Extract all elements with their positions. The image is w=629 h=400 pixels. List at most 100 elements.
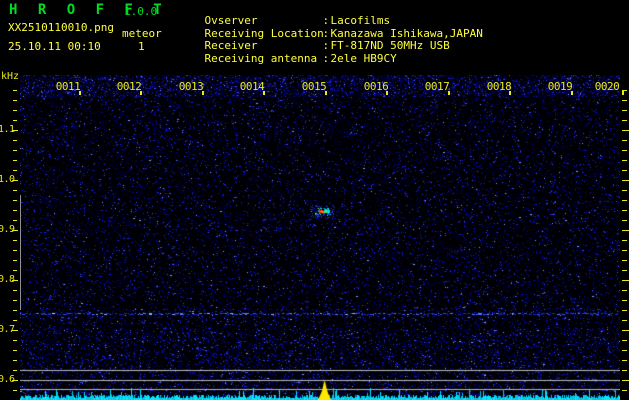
tick-mark xyxy=(79,91,81,95)
tick-mark xyxy=(13,140,17,141)
tick-mark xyxy=(12,230,18,231)
tick-mark xyxy=(13,270,17,271)
time-label: 0013 xyxy=(178,80,204,93)
tick-mark xyxy=(622,290,627,291)
tick-mark xyxy=(13,390,17,391)
tick-mark xyxy=(386,91,388,95)
app-version: 1.0.0 xyxy=(124,5,158,18)
tick-mark xyxy=(13,190,17,191)
tick-mark xyxy=(13,250,17,251)
tick-mark xyxy=(13,90,17,91)
tick-mark xyxy=(13,340,17,341)
time-label: 0015 xyxy=(301,80,327,93)
observation-datetime: 25.10.11 00:10 xyxy=(8,40,101,53)
tick-mark xyxy=(263,91,265,95)
tick-mark xyxy=(622,130,629,131)
tick-mark xyxy=(622,220,627,221)
calibration-vline xyxy=(20,195,21,310)
location-value: Kanazawa Ishikawa,JAPAN xyxy=(330,26,483,40)
tick-mark xyxy=(13,110,17,111)
tick-mark xyxy=(12,130,18,131)
tick-mark xyxy=(622,360,627,361)
station-info-block: Ovserver:Lacofilms Receiving Location:Ka… xyxy=(178,3,483,64)
antenna-value: 2ele HB9CY xyxy=(330,51,397,65)
tick-mark xyxy=(13,240,17,241)
tick-mark xyxy=(13,210,17,211)
tick-mark xyxy=(622,180,629,181)
tick-mark xyxy=(13,150,17,151)
tick-mark xyxy=(622,210,627,211)
tick-mark xyxy=(622,310,627,311)
observer-value: Lacofilms xyxy=(330,14,391,28)
tick-mark xyxy=(13,290,17,291)
tick-mark xyxy=(622,170,627,171)
time-label: 0020 xyxy=(594,80,620,93)
tick-mark xyxy=(571,91,573,95)
tick-mark xyxy=(622,230,629,231)
time-label: 0017 xyxy=(424,80,450,93)
tick-mark xyxy=(13,310,17,311)
tick-mark xyxy=(12,380,18,381)
hrofft-screen: { "app": { "title_display": "H R O F F T… xyxy=(0,0,629,400)
tick-mark xyxy=(325,91,327,95)
observer-label: Ovserver xyxy=(204,14,258,28)
tick-mark xyxy=(448,91,450,95)
receiver-label: Receiver xyxy=(204,39,258,53)
tick-mark xyxy=(12,330,18,331)
tick-mark xyxy=(622,110,627,111)
mode-label: meteor xyxy=(122,27,162,40)
receiver-value: FT-817ND 50MHz USB xyxy=(330,39,450,53)
separator: : xyxy=(322,51,330,65)
tick-mark xyxy=(622,90,627,91)
tick-mark xyxy=(622,100,627,101)
tick-mark xyxy=(13,260,17,261)
tick-mark xyxy=(622,160,627,161)
time-label: 0014 xyxy=(239,80,265,93)
echo-count-value: 1 xyxy=(138,40,145,53)
tick-mark xyxy=(622,140,627,141)
tick-mark xyxy=(622,91,624,95)
tick-mark xyxy=(13,100,17,101)
tick-mark xyxy=(13,220,17,221)
tick-mark xyxy=(622,240,627,241)
tick-mark xyxy=(622,370,627,371)
tick-mark xyxy=(622,200,627,201)
tick-mark xyxy=(622,330,629,331)
tick-mark xyxy=(13,160,17,161)
tick-mark xyxy=(13,370,17,371)
info-row-observer: Ovserver:Lacofilms xyxy=(178,3,483,27)
time-label: 0011 xyxy=(55,80,81,93)
tick-mark xyxy=(622,270,627,271)
tick-mark xyxy=(622,120,627,121)
tick-mark xyxy=(12,180,18,181)
separator: : xyxy=(322,14,330,28)
time-label: 0019 xyxy=(547,80,573,93)
tick-mark xyxy=(622,250,627,251)
tick-mark xyxy=(622,390,627,391)
tick-mark xyxy=(13,320,17,321)
output-filename: XX2510110010.png xyxy=(8,21,114,34)
tick-mark xyxy=(13,200,17,201)
separator: : xyxy=(322,39,330,53)
tick-mark xyxy=(13,360,17,361)
tick-mark xyxy=(13,300,17,301)
tick-mark xyxy=(622,190,627,191)
tick-mark xyxy=(13,170,17,171)
freq-axis-unit: kHz xyxy=(1,71,20,82)
tick-mark xyxy=(622,340,627,341)
tick-mark xyxy=(509,91,511,95)
tick-mark xyxy=(622,300,627,301)
tick-mark xyxy=(13,350,17,351)
tick-mark xyxy=(622,350,627,351)
tick-mark xyxy=(13,120,17,121)
tick-mark xyxy=(622,320,627,321)
antenna-label: Receiving antenna xyxy=(204,51,318,65)
tick-mark xyxy=(202,91,204,95)
tick-mark xyxy=(622,260,627,261)
tick-mark xyxy=(622,280,629,281)
tick-mark xyxy=(140,91,142,95)
tick-mark xyxy=(622,380,629,381)
time-label: 0012 xyxy=(116,80,142,93)
tick-mark xyxy=(12,280,18,281)
spectrogram-canvas xyxy=(20,75,620,400)
